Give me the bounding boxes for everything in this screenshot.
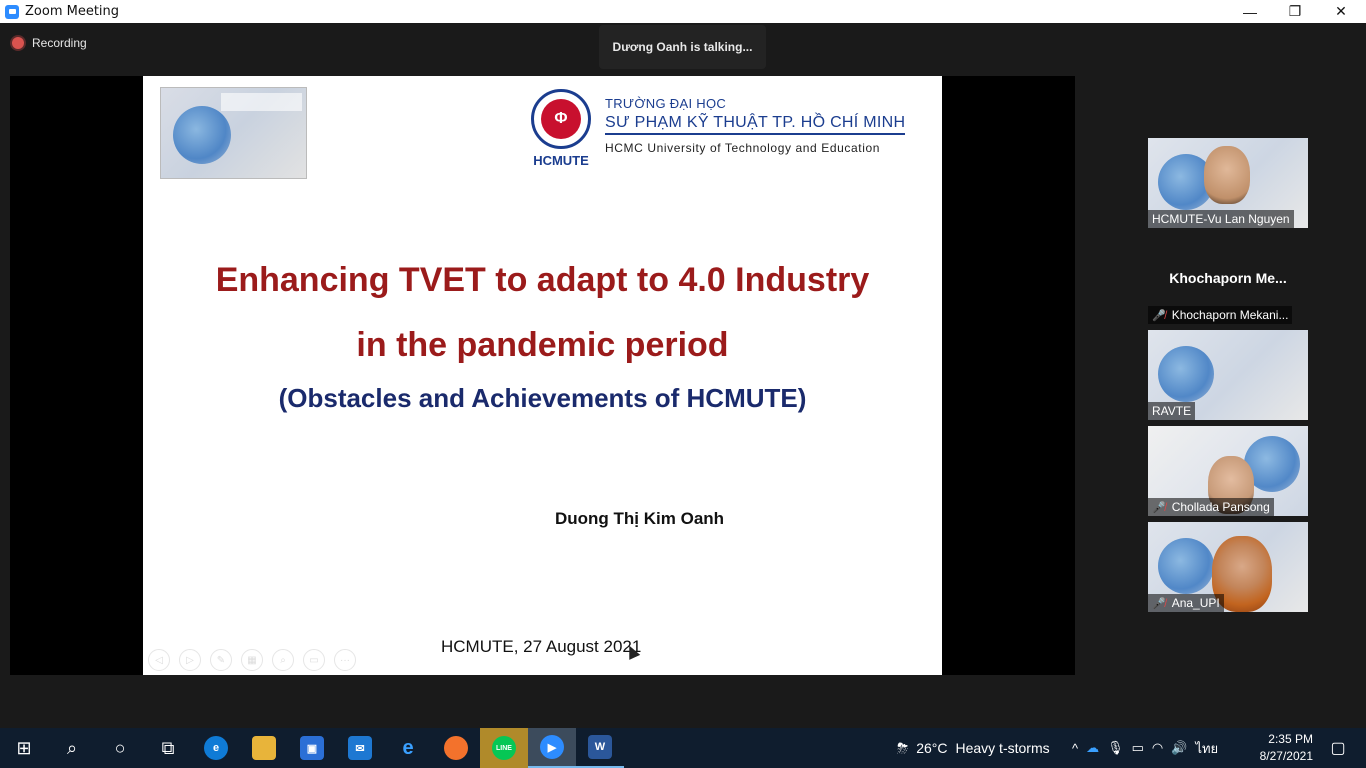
mail-icon[interactable]: ✉	[336, 728, 384, 768]
clock-time: 2:35 PM	[1268, 732, 1313, 746]
file-explorer-icon[interactable]	[240, 728, 288, 768]
participant-display-name: Khochaporn Me...	[1169, 270, 1287, 286]
search-icon[interactable]: ⌕	[48, 728, 96, 768]
zoom-icon[interactable]: ▶	[528, 728, 576, 768]
word-icon[interactable]: W	[576, 728, 624, 768]
participant-name: Ana_UPI	[1171, 596, 1220, 610]
participant-name: Khochaporn Mekani...	[1171, 308, 1289, 322]
battery-icon[interactable]: ▭	[1132, 740, 1144, 756]
university-line-3: HCMC University of Technology and Educat…	[605, 141, 881, 155]
university-line-1: TRƯỜNG ĐẠI HỌC	[605, 96, 727, 111]
participant-tile[interactable]: HCMUTE-Vu Lan Nguyen	[1148, 138, 1308, 228]
participant-name: HCMUTE-Vu Lan Nguyen	[1152, 212, 1290, 226]
banner-header	[221, 93, 302, 111]
firefox-icon[interactable]	[432, 728, 480, 768]
mic-muted-icon: 🎤̸	[1152, 309, 1166, 322]
restore-button[interactable]: ❐	[1272, 0, 1318, 23]
record-icon	[12, 37, 24, 49]
previous-slide-icon[interactable]: ◁	[148, 649, 170, 671]
chevron-up-icon[interactable]: ^	[1072, 741, 1078, 756]
map-graphic	[173, 106, 231, 164]
map-graphic	[1158, 346, 1214, 402]
slideshow-controls: ◁ ▷ ✎ ▦ ⌕ ▭ ···	[148, 649, 356, 671]
windows-taskbar: ⊞ ⌕ ○ ⧉ e ▣ ✉ e LINE ▶ W ⛈ 26°C Heavy t-…	[0, 728, 1366, 768]
slide-title-line-2: in the pandemic period	[356, 326, 729, 364]
store-icon[interactable]: ▣	[288, 728, 336, 768]
weather-widget[interactable]: ⛈ 26°C Heavy t-storms	[897, 728, 1050, 768]
slide-subtitle: (Obstacles and Achievements of HCMUTE)	[278, 383, 807, 413]
slide-author: Duong Thị Kim Oanh	[555, 509, 725, 528]
pen-icon[interactable]: ✎	[210, 649, 232, 671]
weather-temperature: 26°C	[916, 740, 948, 756]
university-line-2: SƯ PHẠM KỸ THUẬT TP. HỒ CHÍ MINH	[605, 114, 906, 135]
participant-name-label: RAVTE	[1148, 402, 1196, 420]
zoom-icon[interactable]: ⌕	[272, 649, 294, 671]
participant-name: Chollada Pansong	[1171, 500, 1270, 514]
logo-inner-icon: Φ	[541, 99, 581, 139]
input-language[interactable]: ไทย	[1195, 738, 1218, 759]
system-clock[interactable]: 2:35 PM 8/27/2021	[1249, 731, 1313, 765]
participant-tile[interactable]: 🎤̸ Ana_UPI	[1148, 522, 1308, 612]
window-titlebar: Zoom Meeting — ❐ ✕	[0, 0, 1366, 23]
meeting-area: Recording Dương Oanh is talking... Φ HCM…	[0, 23, 1366, 728]
participant-name-label: 🎤̸ Chollada Pansong	[1148, 498, 1274, 516]
talking-indicator: Dương Oanh is talking...	[599, 25, 766, 69]
participant-name: RAVTE	[1152, 404, 1192, 418]
participant-name-label: 🎤̸ Khochaporn Mekani...	[1148, 306, 1293, 324]
edge-icon[interactable]: e	[192, 728, 240, 768]
weather-description: Heavy t-storms	[955, 740, 1050, 756]
recording-indicator[interactable]: Recording	[12, 36, 87, 50]
participant-tile[interactable]: RAVTE	[1148, 330, 1308, 420]
all-slides-icon[interactable]: ▦	[241, 649, 263, 671]
next-slide-icon[interactable]: ▷	[179, 649, 201, 671]
thunderstorm-icon: ⛈	[897, 739, 909, 756]
presentation-slide: Φ HCMUTE TRƯỜNG ĐẠI HỌC SƯ PHẠM KỸ THUẬT…	[143, 76, 942, 675]
mic-muted-icon: 🎤̸	[1152, 597, 1166, 610]
volume-icon[interactable]: 🔊	[1171, 740, 1187, 756]
participant-name-label: HCMUTE-Vu Lan Nguyen	[1148, 210, 1294, 228]
recording-label: Recording	[32, 36, 87, 50]
microphone-icon[interactable]: 🎙	[1107, 740, 1124, 756]
participant-tile[interactable]: Khochaporn Me... 🎤̸ Khochaporn Mekani...	[1148, 234, 1308, 324]
start-icon[interactable]: ⊞	[0, 728, 48, 768]
line-icon[interactable]: LINE	[480, 728, 528, 768]
slide-footer: HCMUTE, 27 August 2021	[441, 637, 642, 656]
more-options-icon[interactable]: ···	[334, 649, 356, 671]
logo-emblem: Φ	[531, 89, 591, 149]
participant-tile[interactable]: 🎤̸ Chollada Pansong	[1148, 426, 1308, 516]
window-title: Zoom Meeting	[25, 4, 120, 19]
logo-text: HCMUTE	[533, 153, 589, 168]
map-graphic	[1158, 538, 1214, 594]
minimize-button[interactable]: —	[1227, 0, 1273, 23]
screen-share-area[interactable]: Φ HCMUTE TRƯỜNG ĐẠI HỌC SƯ PHẠM KỸ THUẬT…	[10, 76, 1075, 675]
participant-video	[1204, 146, 1250, 204]
wifi-icon[interactable]: ◠	[1152, 740, 1163, 756]
task-view-icon[interactable]: ⧉	[144, 728, 192, 768]
close-button[interactable]: ✕	[1318, 0, 1364, 23]
conference-banner-image	[160, 87, 307, 179]
hcmute-logo: Φ HCMUTE	[528, 89, 594, 171]
slide-title-line-1: Enhancing TVET to adapt to 4.0 Industry	[215, 261, 870, 299]
subtitles-icon[interactable]: ▭	[303, 649, 325, 671]
notification-center-icon[interactable]: ▢	[1318, 728, 1358, 768]
system-tray: ^ ☁ 🎙 ▭ ◠ 🔊 ไทย	[1072, 728, 1218, 768]
mic-muted-icon: 🎤̸	[1152, 501, 1166, 514]
ie-icon[interactable]: e	[384, 728, 432, 768]
onedrive-icon[interactable]: ☁	[1086, 740, 1099, 756]
clock-date: 8/27/2021	[1259, 749, 1313, 763]
cortana-icon[interactable]: ○	[96, 728, 144, 768]
zoom-app-icon	[5, 4, 19, 19]
participant-name-label: 🎤̸ Ana_UPI	[1148, 594, 1224, 612]
